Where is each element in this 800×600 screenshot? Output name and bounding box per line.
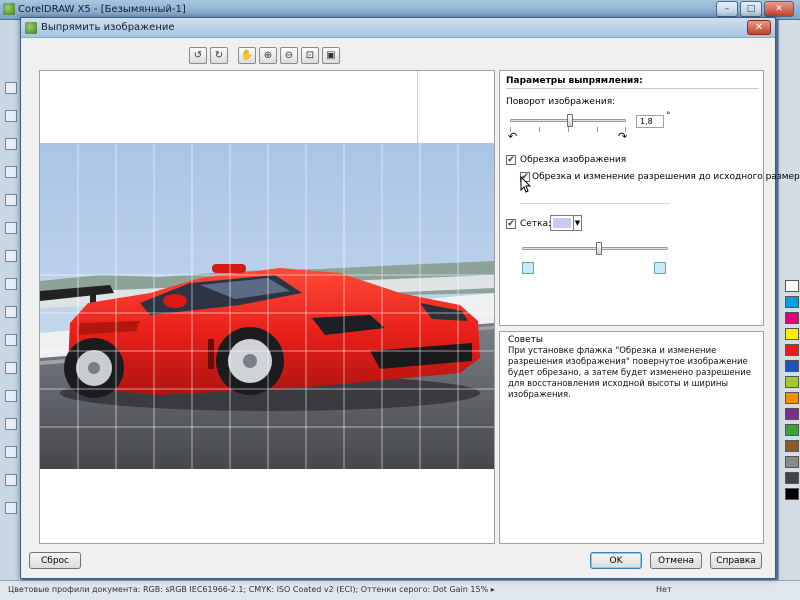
straighten-parameters-panel: Параметры выпрямления: Поворот изображен… [499, 70, 800, 326]
palette-swatch[interactable] [785, 296, 799, 308]
preview-guide-line [417, 71, 418, 143]
rotate-cw-icon: ↷ [618, 130, 628, 143]
eyedropper-tool-icon[interactable] [5, 446, 17, 458]
divider [520, 203, 670, 204]
color-palette [778, 20, 800, 580]
grid-size-slider[interactable] [522, 247, 668, 250]
palette-swatch[interactable] [785, 312, 799, 324]
rotation-slider-ticks [510, 127, 626, 132]
pick-tool-icon[interactable] [5, 82, 17, 94]
rotate-left-icon[interactable]: ↺ [189, 47, 207, 64]
rectangle-tool-icon[interactable] [5, 250, 17, 262]
tips-panel: Советы При установке флажка "Обрезка и и… [499, 331, 764, 544]
help-button[interactable]: Справка [710, 552, 762, 569]
image-preview[interactable] [39, 70, 495, 544]
smart-fill-tool-icon[interactable] [5, 222, 17, 234]
rotation-value-field[interactable]: 1,8 [636, 115, 664, 128]
reset-button[interactable]: Сброс [29, 552, 81, 569]
zoom-tool-icon[interactable] [5, 166, 17, 178]
palette-swatch[interactable] [785, 280, 799, 292]
grid-small-icon [522, 262, 534, 274]
pan-hand-icon[interactable]: ✋ [238, 47, 256, 64]
polygon-tool-icon[interactable] [5, 306, 17, 318]
app-title: CorelDRAW X5 - [Безымянный-1] [18, 4, 186, 15]
grid-label: Сетка: [520, 219, 552, 229]
panel-title: Параметры выпрямления: [506, 76, 643, 86]
palette-swatch[interactable] [785, 344, 799, 356]
crop-tool-icon[interactable] [5, 138, 17, 150]
palette-swatch[interactable] [785, 440, 799, 452]
palette-swatch[interactable] [785, 360, 799, 372]
cancel-button[interactable]: Отмена [650, 552, 702, 569]
fill-tool-icon[interactable] [5, 502, 17, 514]
coreldraw-logo-icon [3, 3, 15, 15]
maximize-icon[interactable]: □ [740, 1, 762, 17]
outline-tool-icon[interactable] [5, 474, 17, 486]
freehand-tool-icon[interactable] [5, 194, 17, 206]
tips-title: Советы [508, 335, 543, 345]
zoom-in-icon[interactable]: ⊕ [259, 47, 277, 64]
rotate-ccw-icon: ↶ [508, 130, 518, 143]
ellipse-tool-icon[interactable] [5, 278, 17, 290]
connector-tool-icon[interactable] [5, 390, 17, 402]
dialog-title: Выпрямить изображение [41, 22, 175, 33]
close-icon[interactable]: ✕ [764, 1, 794, 17]
crop-resample-label: Обрезка и изменение разрешения до исходн… [532, 172, 800, 182]
straighten-image-dialog: Выпрямить изображение ✕ ↺ ↻ ✋ ⊕ ⊖ ⊡ ▣ Па… [20, 17, 800, 579]
crop-image-checkbox[interactable]: ✔ [506, 155, 516, 165]
color-profiles-status[interactable]: Цветовые профили документа: RGB: sRGB IE… [8, 585, 495, 594]
rotation-slider-thumb[interactable] [567, 114, 574, 127]
palette-swatch[interactable] [785, 328, 799, 340]
palette-swatch[interactable] [785, 392, 799, 404]
grid-color-swatch [553, 218, 571, 228]
minimize-icon[interactable]: – [716, 1, 738, 17]
status-bar: Цветовые профили документа: RGB: sRGB IE… [0, 580, 800, 600]
palette-swatch[interactable] [785, 456, 799, 468]
crop-image-label: Обрезка изображения [520, 155, 627, 165]
car-photo [40, 143, 494, 469]
chevron-down-icon[interactable]: ▼ [573, 216, 581, 230]
zoom-out-icon[interactable]: ⊖ [280, 47, 298, 64]
rotation-unit: ° [666, 111, 671, 121]
tips-text: При установке флажка "Обрезка и изменени… [508, 346, 751, 400]
dialog-app-icon [25, 22, 37, 34]
fill-status: Нет [656, 585, 672, 594]
mouse-pointer-icon [520, 176, 532, 193]
actual-size-icon[interactable]: ▣ [322, 47, 340, 64]
ok-button[interactable]: OK [590, 552, 642, 569]
grid-color-picker[interactable]: ▼ [550, 215, 582, 231]
palette-swatch[interactable] [785, 376, 799, 388]
rotate-right-icon[interactable]: ↻ [210, 47, 228, 64]
palette-swatch[interactable] [785, 472, 799, 484]
text-tool-icon[interactable] [5, 334, 17, 346]
rotation-label: Поворот изображения: [506, 97, 616, 107]
divider [506, 88, 759, 89]
palette-swatch[interactable] [785, 408, 799, 420]
grid-large-icon [654, 262, 666, 274]
palette-swatch[interactable] [785, 424, 799, 436]
fit-window-icon[interactable]: ⊡ [301, 47, 319, 64]
dialog-close-button[interactable]: ✕ [747, 20, 771, 35]
dialog-titlebar: Выпрямить изображение ✕ [21, 18, 775, 38]
parallel-dimension-tool-icon[interactable] [5, 362, 17, 374]
palette-swatch[interactable] [785, 488, 799, 500]
grid-checkbox[interactable]: ✔ [506, 219, 516, 229]
grid-size-slider-thumb[interactable] [596, 242, 603, 255]
blend-tool-icon[interactable] [5, 418, 17, 430]
shape-tool-icon[interactable] [5, 110, 17, 122]
toolbox [0, 20, 22, 580]
